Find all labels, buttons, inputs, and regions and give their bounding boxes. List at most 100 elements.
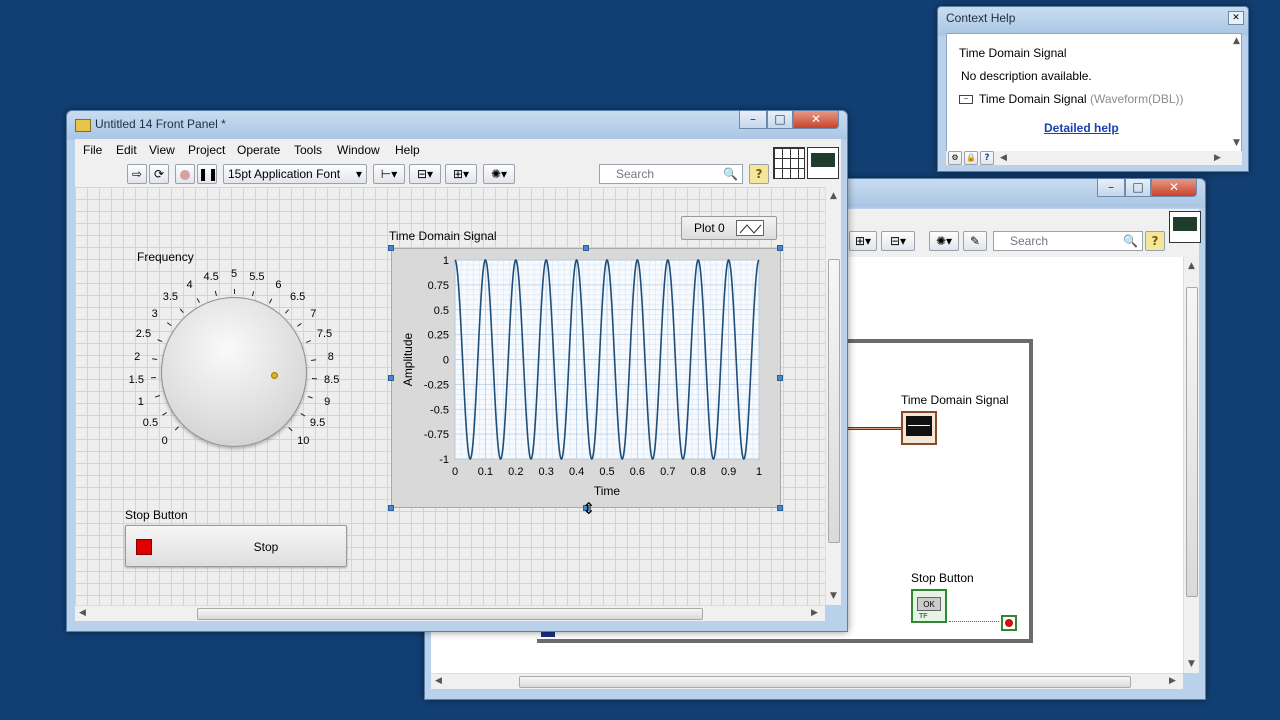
resize-handle[interactable]	[583, 245, 589, 251]
lock-help-icon[interactable]: ⚙	[948, 151, 962, 165]
front-panel-search-input[interactable]: Search 🔍	[599, 164, 743, 184]
connector-pane-icon[interactable]	[773, 147, 805, 179]
resize-handle[interactable]	[388, 375, 394, 381]
close-button[interactable]: ✕	[793, 111, 839, 129]
connector-pane-icon[interactable]	[1169, 211, 1201, 243]
waveform-type-icon: ~	[959, 95, 973, 104]
menu-help[interactable]: Help	[395, 143, 420, 157]
dial-scale-label: 0	[161, 435, 168, 448]
front-panel-toolbar: ⇨ ⟳ ❚❚ 15pt Application Font ▾ ⊢▾ ⊟▾ ⊞▾ …	[75, 161, 841, 187]
dial-scale-label: 7.5	[316, 328, 333, 341]
abort-icon[interactable]	[175, 164, 195, 184]
menu-project[interactable]: Project	[188, 143, 225, 157]
align-objects-icon[interactable]: ⊢▾	[373, 164, 405, 184]
y-tick-label: -1	[439, 454, 449, 466]
dial-scale-label: 5.5	[249, 270, 265, 283]
resize-handle[interactable]	[777, 505, 783, 511]
y-tick-label: -0.5	[430, 404, 449, 416]
dial-scale-label: 8.5	[324, 373, 340, 386]
pause-icon[interactable]: ❚❚	[197, 164, 218, 184]
resize-objects-icon[interactable]: ⊞▾	[445, 164, 477, 184]
block-diagram-horizontal-scrollbar[interactable]: ◀ ▶	[431, 673, 1183, 689]
stop-button-text: Stop	[253, 540, 279, 554]
lock-icon[interactable]: 🔒	[964, 151, 978, 165]
distribute-icon[interactable]: ✺▾	[929, 231, 959, 251]
dial-scale-label: 1.5	[128, 373, 144, 386]
menu-operate[interactable]: Operate	[237, 143, 280, 157]
signal-wire	[845, 427, 901, 430]
y-tick-label: 0.25	[428, 330, 449, 342]
frequency-knob[interactable]	[161, 297, 307, 447]
context-help-icon[interactable]: ?	[1145, 231, 1165, 251]
clean-diagram-icon[interactable]: ✎	[963, 231, 987, 251]
font-select[interactable]: 15pt Application Font ▾	[223, 164, 367, 184]
dial-scale-label: 6	[275, 278, 282, 291]
context-help-window: Context Help ✕ Time Domain Signal No des…	[937, 6, 1249, 172]
stop-button[interactable]: Stop	[125, 525, 347, 567]
dial-scale-label: 3	[151, 308, 158, 321]
menu-edit[interactable]: Edit	[116, 143, 137, 157]
menu-view[interactable]: View	[149, 143, 175, 157]
boolean-wire	[949, 621, 999, 622]
waveform-graph-terminal[interactable]	[901, 411, 937, 445]
y-tick-label: 0.75	[428, 280, 449, 292]
front-panel-title: Untitled 14 Front Panel *	[95, 117, 226, 131]
frequency-label: Frequency	[137, 250, 194, 264]
context-help-content: Time Domain Signal No description availa…	[946, 33, 1242, 153]
vi-icon[interactable]	[807, 147, 839, 179]
run-arrow-icon[interactable]: ⇨	[127, 164, 147, 184]
dial-scale-label: 0.5	[142, 417, 159, 430]
help-heading: Time Domain Signal	[959, 46, 1067, 60]
reorder-icon[interactable]: ✺▾	[483, 164, 515, 184]
resize-handle[interactable]	[388, 505, 394, 511]
minimize-button[interactable]: –	[1097, 179, 1125, 197]
front-panel-horizontal-scrollbar[interactable]: ◀ ▶	[75, 605, 825, 621]
distribute-objects-icon[interactable]: ⊟▾	[409, 164, 441, 184]
dial-scale-label: 3.5	[162, 291, 178, 304]
close-button[interactable]: ✕	[1151, 179, 1197, 197]
menu-file[interactable]: File	[83, 143, 102, 157]
x-tick-label: 0.2	[508, 466, 523, 478]
close-button[interactable]: ✕	[1228, 11, 1244, 25]
search-icon[interactable]: 🔍	[1123, 232, 1138, 250]
stop-boolean-terminal[interactable]: OK TF	[911, 589, 947, 623]
y-tick-label: 0.5	[434, 305, 449, 317]
minimize-button[interactable]: –	[739, 111, 767, 129]
loop-condition-terminal[interactable]	[1001, 615, 1017, 631]
resize-cursor-icon: ⇕	[582, 499, 596, 518]
help-icon[interactable]: ?	[980, 151, 994, 165]
dial-scale-label: 2	[134, 350, 141, 363]
y-tick-label: -0.75	[424, 429, 449, 441]
detailed-help-link[interactable]: Detailed help	[1044, 121, 1119, 135]
plot-legend[interactable]: Plot 0	[681, 216, 777, 240]
block-diagram-vertical-scrollbar[interactable]: ▲ ▼	[1183, 257, 1199, 673]
resize-handle[interactable]	[777, 245, 783, 251]
resize-handle[interactable]	[777, 375, 783, 381]
y-tick-label: -0.25	[424, 379, 449, 391]
x-tick-label: 0	[452, 466, 458, 478]
maximize-button[interactable]: □	[767, 111, 793, 129]
context-help-icon[interactable]: ?	[749, 164, 769, 184]
run-continuously-icon[interactable]: ⟳	[149, 164, 169, 184]
maximize-button[interactable]: □	[1125, 179, 1151, 197]
menu-tools[interactable]: Tools	[294, 143, 322, 157]
dial-scale-label: 4.5	[203, 270, 219, 283]
waveform-graph[interactable]: 0 0.1 0.2 0.3 0.4 0.5 0.6 0.7 0.8 0.9 1 1 0.75 0.5 0.2…	[391, 248, 781, 508]
x-tick-label: 0.5	[599, 466, 614, 478]
resize-handle[interactable]	[388, 245, 394, 251]
dial-scale-label: 10	[297, 435, 310, 448]
reorder-icon[interactable]: ⊟▾	[881, 231, 915, 251]
block-diagram-search-input[interactable]: Search 🔍	[993, 231, 1143, 251]
menu-window[interactable]: Window	[337, 143, 380, 157]
knob-indicator	[270, 372, 278, 380]
x-tick-label: 0.4	[569, 466, 584, 478]
help-term: Time Domain Signal (Waveform(DBL))	[979, 92, 1184, 106]
search-icon[interactable]: 🔍	[723, 165, 738, 183]
cleanup-icon[interactable]: ⊞▾	[849, 231, 877, 251]
x-tick-label: 0.6	[630, 466, 645, 478]
y-axis-label: Amplitude	[401, 333, 415, 387]
front-panel-vertical-scrollbar[interactable]: ▲ ▼	[825, 187, 841, 605]
dial-scale-label: 9.5	[309, 417, 326, 430]
x-tick-label: 0.1	[478, 466, 493, 478]
plot-style-icon[interactable]	[736, 220, 764, 236]
